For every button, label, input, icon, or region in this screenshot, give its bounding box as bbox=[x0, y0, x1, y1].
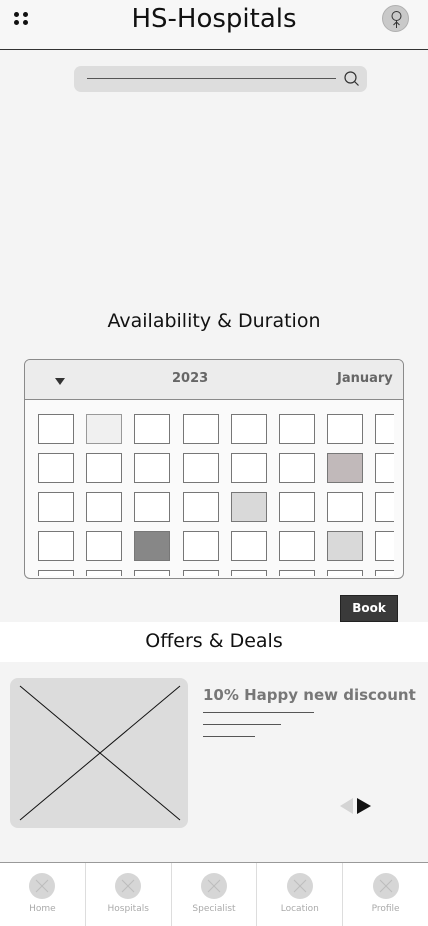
placeholder-icon bbox=[115, 873, 142, 899]
calendar-slot[interactable] bbox=[86, 453, 122, 483]
calendar-slot[interactable] bbox=[134, 414, 170, 444]
calendar-slot[interactable] bbox=[279, 453, 315, 483]
calendar-slot[interactable] bbox=[327, 570, 363, 576]
calendar-year[interactable]: 2023 bbox=[172, 371, 208, 386]
calendar: 2023 January bbox=[24, 359, 404, 579]
offers-title: Offers & Deals bbox=[145, 630, 283, 652]
app-header: HS-Hospitals bbox=[0, 0, 428, 50]
calendar-slot[interactable] bbox=[375, 531, 394, 561]
nav-item-hospitals[interactable]: Hospitals bbox=[86, 863, 172, 926]
image-placeholder-icon[interactable] bbox=[10, 678, 188, 828]
calendar-slot[interactable] bbox=[327, 531, 363, 561]
nav-label-specialist: Specialist bbox=[192, 904, 236, 914]
placeholder-icon bbox=[372, 873, 399, 899]
app-title: HS-Hospitals bbox=[131, 4, 297, 34]
nav-label-hospitals: Hospitals bbox=[107, 904, 149, 914]
nav-item-home[interactable]: Home bbox=[0, 863, 86, 926]
calendar-slot[interactable] bbox=[183, 453, 219, 483]
calendar-slot[interactable] bbox=[183, 492, 219, 522]
calendar-slot[interactable] bbox=[183, 414, 219, 444]
bottom-nav: Home Hospitals Specialist Location Profi… bbox=[0, 862, 428, 926]
calendar-slot[interactable] bbox=[279, 414, 315, 444]
offers-header: Offers & Deals bbox=[0, 622, 428, 662]
calendar-slot[interactable] bbox=[375, 570, 394, 576]
calendar-slot[interactable] bbox=[38, 414, 74, 444]
calendar-slot[interactable] bbox=[86, 414, 122, 444]
calendar-grid bbox=[38, 414, 394, 576]
calendar-slot[interactable] bbox=[279, 492, 315, 522]
nav-item-specialist[interactable]: Specialist bbox=[172, 863, 258, 926]
nav-label-location: Location bbox=[280, 904, 319, 914]
calendar-slot[interactable] bbox=[183, 570, 219, 576]
calendar-slot[interactable] bbox=[134, 531, 170, 561]
arrow-left-icon[interactable] bbox=[340, 798, 353, 814]
caret-down-icon[interactable] bbox=[55, 378, 65, 385]
calendar-slot[interactable] bbox=[327, 492, 363, 522]
search-icon[interactable] bbox=[343, 70, 360, 87]
calendar-slot[interactable] bbox=[375, 453, 394, 483]
calendar-slot[interactable] bbox=[134, 570, 170, 576]
calendar-slot[interactable] bbox=[231, 453, 267, 483]
calendar-slot[interactable] bbox=[375, 414, 394, 444]
book-button[interactable]: Book bbox=[340, 595, 398, 622]
calendar-slot[interactable] bbox=[375, 492, 394, 522]
calendar-slot[interactable] bbox=[134, 453, 170, 483]
nav-label-profile: Profile bbox=[371, 904, 400, 914]
calendar-slot[interactable] bbox=[38, 492, 74, 522]
calendar-slot[interactable] bbox=[86, 492, 122, 522]
calendar-slot[interactable] bbox=[134, 492, 170, 522]
offer-text-line bbox=[203, 736, 255, 737]
calendar-slot[interactable] bbox=[38, 531, 74, 561]
calendar-slot[interactable] bbox=[231, 531, 267, 561]
nav-item-location[interactable]: Location bbox=[257, 863, 344, 926]
nav-label-home: Home bbox=[29, 904, 56, 914]
calendar-slot[interactable] bbox=[86, 570, 122, 576]
calendar-slot[interactable] bbox=[86, 531, 122, 561]
calendar-slot[interactable] bbox=[38, 570, 74, 576]
calendar-slot[interactable] bbox=[327, 453, 363, 483]
calendar-slot[interactable] bbox=[38, 453, 74, 483]
calendar-slot[interactable] bbox=[327, 414, 363, 444]
calendar-slot[interactable] bbox=[279, 570, 315, 576]
calendar-slot[interactable] bbox=[183, 531, 219, 561]
offer-text-line bbox=[203, 724, 281, 725]
calendar-header: 2023 January bbox=[25, 360, 403, 400]
placeholder-icon bbox=[200, 873, 227, 899]
calendar-slot[interactable] bbox=[231, 570, 267, 576]
user-avatar-icon[interactable] bbox=[382, 5, 409, 32]
search-input[interactable] bbox=[74, 66, 367, 92]
offer-text-line bbox=[203, 712, 314, 713]
search-placeholder-line bbox=[87, 78, 336, 79]
calendar-month[interactable]: January bbox=[337, 371, 393, 386]
offer-title[interactable]: 10% Happy new discount bbox=[203, 686, 416, 704]
availability-title: Availability & Duration bbox=[107, 310, 321, 332]
calendar-slot[interactable] bbox=[279, 531, 315, 561]
placeholder-icon bbox=[29, 873, 56, 899]
placeholder-icon bbox=[286, 873, 313, 899]
calendar-slot[interactable] bbox=[231, 414, 267, 444]
arrow-right-icon[interactable] bbox=[357, 798, 371, 814]
calendar-slot[interactable] bbox=[231, 492, 267, 522]
nav-item-profile[interactable]: Profile bbox=[343, 863, 428, 926]
